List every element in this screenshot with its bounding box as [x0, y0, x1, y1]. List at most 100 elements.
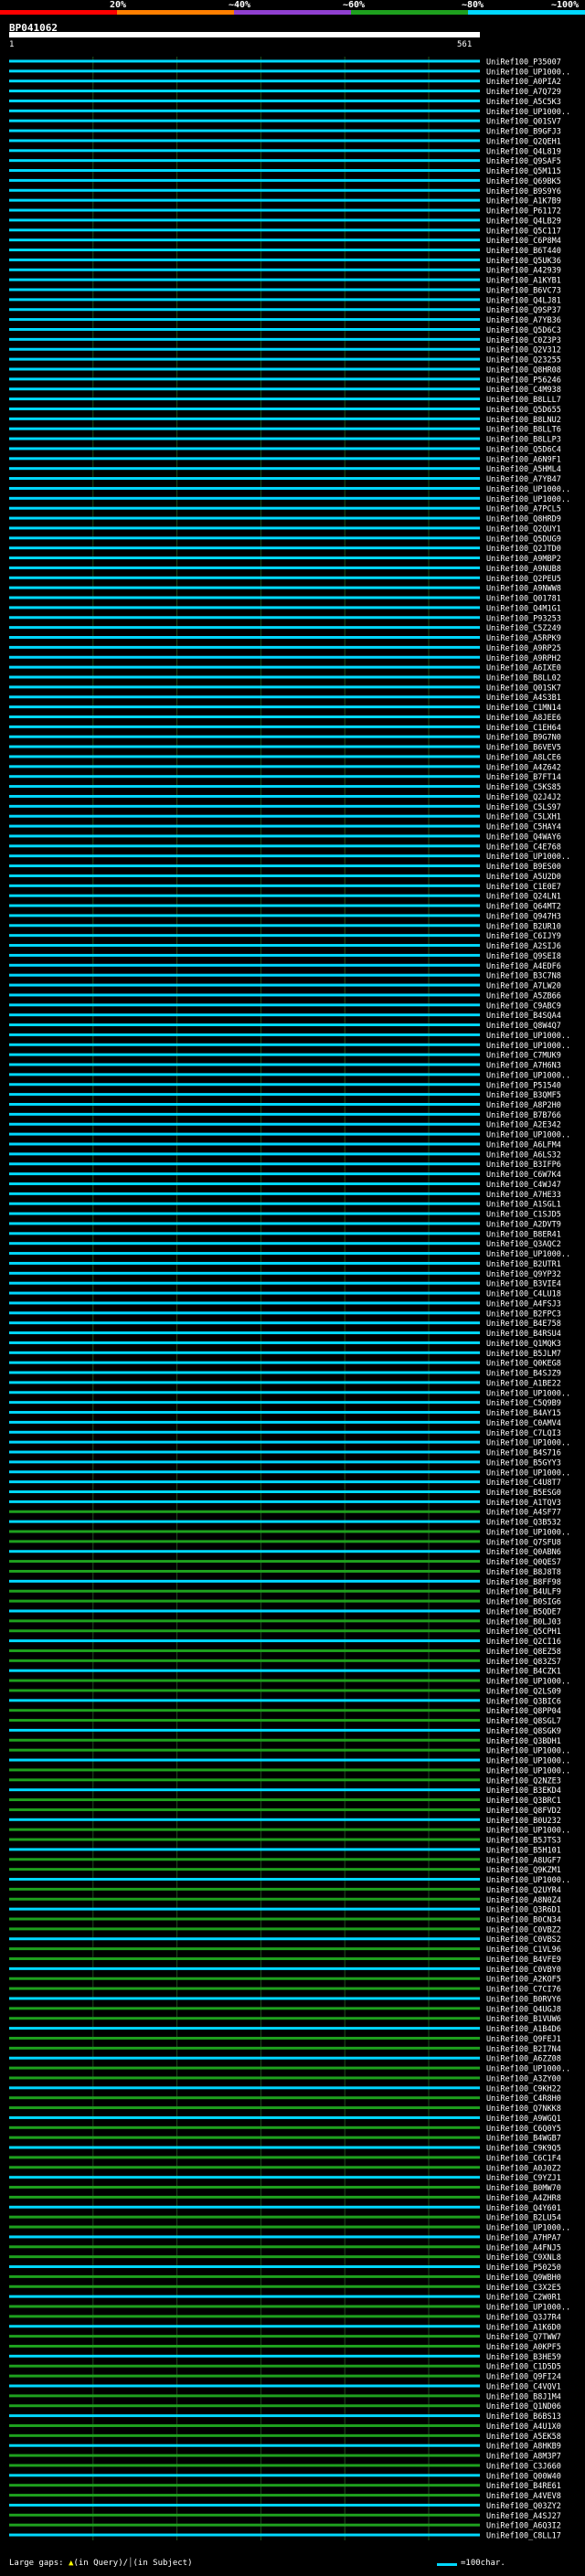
hit-bar[interactable] — [9, 407, 480, 410]
hit-bar[interactable] — [9, 1182, 480, 1185]
hit-label[interactable]: UniRef100_A1B4D6 — [486, 2025, 561, 2034]
hit-label[interactable]: UniRef100_A7H6N3 — [486, 1062, 561, 1071]
hit-bar[interactable] — [9, 1917, 480, 1921]
hit-label[interactable]: UniRef100_UP1000.. — [486, 1389, 570, 1398]
hit-bar[interactable] — [9, 516, 480, 520]
hit-bar[interactable] — [9, 327, 480, 331]
hit-label[interactable]: UniRef100_B3C7N8 — [486, 972, 561, 981]
hit-bar[interactable] — [9, 1112, 480, 1116]
hit-label[interactable]: UniRef100_B6T440 — [486, 247, 561, 256]
hit-bar[interactable] — [9, 1172, 480, 1176]
hit-bar[interactable] — [9, 904, 480, 907]
hit-label[interactable]: UniRef100_A8HKB9 — [486, 2443, 561, 2452]
hit-bar[interactable] — [9, 765, 480, 769]
hit-label[interactable]: UniRef100_Q9SAF5 — [486, 157, 561, 166]
hit-label[interactable]: UniRef100_B8LNU2 — [486, 416, 561, 425]
hit-label[interactable]: UniRef100_Q1MQK3 — [486, 1340, 561, 1349]
hit-bar[interactable] — [9, 1728, 480, 1732]
hit-label[interactable]: UniRef100_Q2QEH1 — [486, 137, 561, 146]
hit-label[interactable]: UniRef100_Q8HRD9 — [486, 515, 561, 525]
hit-label[interactable]: UniRef100_C9KH22 — [486, 2084, 561, 2094]
hit-bar[interactable] — [9, 566, 480, 569]
hit-label[interactable]: UniRef100_B4WGB7 — [486, 2135, 561, 2144]
hit-label[interactable]: UniRef100_Q1ND06 — [486, 2402, 561, 2412]
hit-bar[interactable] — [9, 1966, 480, 1970]
hit-bar[interactable] — [9, 1818, 480, 1821]
hit-label[interactable]: UniRef100_UP1000.. — [486, 2224, 570, 2233]
hit-label[interactable]: UniRef100_A6IXE0 — [486, 664, 561, 673]
hit-label[interactable]: UniRef100_Q9YP32 — [486, 1270, 561, 1279]
hit-bar[interactable] — [9, 1560, 480, 1564]
hit-label[interactable]: UniRef100_A9WGQ1 — [486, 2115, 561, 2124]
hit-label[interactable]: UniRef100_B3IFP6 — [486, 1161, 561, 1170]
hit-bar[interactable] — [9, 2235, 480, 2239]
hit-label[interactable]: UniRef100_B8LLT6 — [486, 426, 561, 435]
hit-label[interactable]: UniRef100_A8JEE6 — [486, 714, 561, 723]
hit-bar[interactable] — [9, 1788, 480, 1792]
hit-bar[interactable] — [9, 1738, 480, 1742]
hit-bar[interactable] — [9, 1550, 480, 1553]
hit-label[interactable]: UniRef100_A0KPF5 — [486, 2343, 561, 2352]
hit-label[interactable]: UniRef100_Q5CPH1 — [486, 1627, 561, 1637]
hit-bar[interactable] — [9, 1242, 480, 1246]
hit-label[interactable]: UniRef100_A4FNJ5 — [486, 2243, 561, 2253]
hit-bar[interactable] — [9, 2265, 480, 2269]
hit-bar[interactable] — [9, 228, 480, 232]
hit-label[interactable]: UniRef100_C4U8T7 — [486, 1479, 561, 1488]
hit-label[interactable]: UniRef100_Q8W4Q7 — [486, 1022, 561, 1031]
hit-bar[interactable] — [9, 2295, 480, 2298]
hit-bar[interactable] — [9, 129, 480, 133]
hit-label[interactable]: UniRef100_A7HPA7 — [486, 2233, 561, 2242]
hit-bar[interactable] — [9, 1222, 480, 1225]
hit-label[interactable]: UniRef100_B3HE59 — [486, 2353, 561, 2362]
hit-label[interactable]: UniRef100_C5KS85 — [486, 783, 561, 792]
hit-bar[interactable] — [9, 1470, 480, 1474]
hit-label[interactable]: UniRef100_A9MBP2 — [486, 555, 561, 564]
hit-bar[interactable] — [9, 1997, 480, 2000]
hit-bar[interactable] — [9, 387, 480, 391]
hit-bar[interactable] — [9, 1420, 480, 1424]
hit-label[interactable]: UniRef100_Q9FI24 — [486, 2373, 561, 2382]
hit-bar[interactable] — [9, 884, 480, 887]
hit-label[interactable]: UniRef100_A5EK58 — [486, 2433, 561, 2442]
hit-bar[interactable] — [9, 665, 480, 669]
hit-bar[interactable] — [9, 1301, 480, 1305]
hit-bar[interactable] — [9, 1033, 480, 1036]
hit-label[interactable]: UniRef100_A4SF77 — [486, 1509, 561, 1518]
hit-label[interactable]: UniRef100_C4R8H0 — [486, 2094, 561, 2104]
hit-label[interactable]: UniRef100_B4ULF9 — [486, 1588, 561, 1597]
hit-label[interactable]: UniRef100_A5C5K3 — [486, 98, 561, 107]
hit-label[interactable]: UniRef100_A4Z642 — [486, 763, 561, 772]
hit-bar[interactable] — [9, 169, 480, 173]
hit-label[interactable]: UniRef100_B0LJ03 — [486, 1617, 561, 1627]
hit-bar[interactable] — [9, 1480, 480, 1484]
hit-bar[interactable] — [9, 2027, 480, 2030]
hit-bar[interactable] — [9, 626, 480, 630]
hit-bar[interactable] — [9, 486, 480, 490]
hit-label[interactable]: UniRef100_UP1000.. — [486, 1250, 570, 1259]
hit-bar[interactable] — [9, 69, 480, 73]
hit-label[interactable]: UniRef100_A0J0Z2 — [486, 2164, 561, 2173]
hit-bar[interactable] — [9, 2136, 480, 2139]
hit-bar[interactable] — [9, 1093, 480, 1097]
hit-bar[interactable] — [9, 2384, 480, 2388]
hit-label[interactable]: UniRef100_A4S3B1 — [486, 694, 561, 703]
hit-bar[interactable] — [9, 2454, 480, 2457]
hit-label[interactable]: UniRef100_C3J660 — [486, 2462, 561, 2471]
hit-bar[interactable] — [9, 1858, 480, 1861]
hit-bar[interactable] — [9, 1023, 480, 1027]
hit-bar[interactable] — [9, 1232, 480, 1235]
hit-label[interactable]: UniRef100_B2UTR1 — [486, 1260, 561, 1269]
hit-bar[interactable] — [9, 2533, 480, 2537]
hit-bar[interactable] — [9, 278, 480, 281]
hit-bar[interactable] — [9, 1341, 480, 1344]
hit-bar[interactable] — [9, 1311, 480, 1315]
hit-label[interactable]: UniRef100_A9RP25 — [486, 644, 561, 653]
hit-label[interactable]: UniRef100_B9S9Y6 — [486, 187, 561, 196]
hit-label[interactable]: UniRef100_Q03ZY2 — [486, 2502, 561, 2511]
hit-bar[interactable] — [9, 1331, 480, 1335]
hit-bar[interactable] — [9, 725, 480, 728]
hit-bar[interactable] — [9, 2374, 480, 2378]
hit-bar[interactable] — [9, 2245, 480, 2249]
hit-label[interactable]: UniRef100_Q4Y601 — [486, 2204, 561, 2213]
